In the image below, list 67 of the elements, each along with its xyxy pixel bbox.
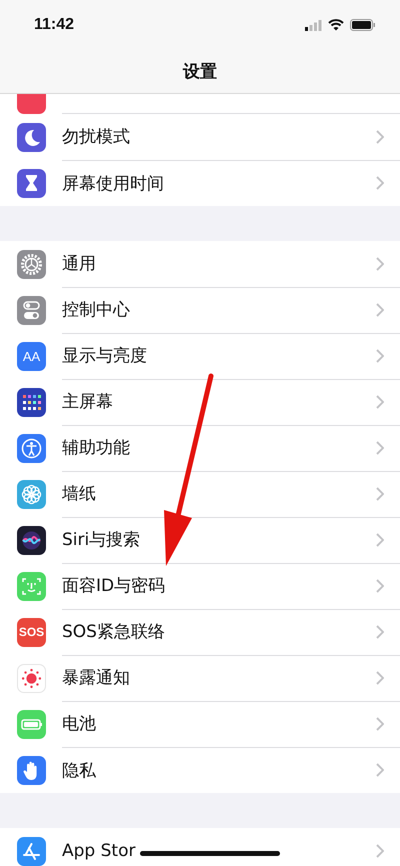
- hand-icon: [17, 756, 46, 784]
- settings-row[interactable]: 暴露通知: [0, 655, 400, 701]
- chevron-icon: [376, 532, 384, 546]
- wifi-icon: [328, 19, 344, 31]
- settings-row[interactable]: [0, 94, 400, 114]
- chevron-icon: [376, 486, 384, 500]
- face-icon: [17, 572, 46, 600]
- settings-row[interactable]: 主屏幕: [0, 379, 400, 425]
- chevron-icon: [376, 763, 384, 777]
- settings-row[interactable]: 辅助功能: [0, 425, 400, 471]
- chevron-icon: [376, 670, 384, 684]
- chevron-icon: [376, 844, 384, 858]
- settings-row[interactable]: 屏幕使用时间: [0, 160, 400, 206]
- chevron-icon: [376, 440, 384, 454]
- status-time: 11:42: [34, 16, 74, 34]
- row-label: Siri与搜索: [62, 529, 140, 551]
- settings-row[interactable]: 墙纸: [0, 471, 400, 517]
- row-label: 面容ID与密码: [62, 575, 166, 597]
- row-label: 显示与亮度: [62, 345, 147, 367]
- chevron-icon: [376, 624, 384, 638]
- app-store-icon: [17, 836, 46, 866]
- text-size-icon: AA: [17, 342, 46, 370]
- sun-dots-icon: [17, 664, 46, 692]
- chevron-icon: [376, 130, 384, 144]
- row-label: 通用: [62, 253, 96, 275]
- row-label: 主屏幕: [62, 391, 113, 413]
- chevron-icon: [376, 176, 384, 190]
- settings-row[interactable]: 隐私: [0, 747, 400, 793]
- settings-icon: [17, 250, 46, 278]
- chevron-icon: [376, 716, 384, 730]
- row-label: 控制中心: [62, 299, 130, 321]
- person-icon: [17, 434, 46, 462]
- settings-row[interactable]: 通用: [0, 241, 400, 287]
- flower-icon: [17, 480, 46, 508]
- battery-icon: [17, 710, 46, 738]
- settings-row[interactable]: AA 显示与亮度: [0, 333, 400, 379]
- row-label: 勿扰模式: [62, 126, 130, 148]
- settings-row[interactable]: 勿扰模式: [0, 114, 400, 160]
- hourglass-icon: [17, 168, 46, 198]
- row-label: 辅助功能: [62, 437, 130, 459]
- chevron-icon: [376, 348, 384, 362]
- row-label: SOS紧急联络: [62, 621, 165, 643]
- battery-icon: [350, 19, 376, 31]
- speaker-icon: [17, 94, 46, 114]
- orb-icon: [17, 526, 46, 554]
- row-label: 墙纸: [62, 483, 96, 505]
- app-grid-icon: [17, 388, 46, 416]
- sos-icon: SOS: [17, 618, 46, 646]
- settings-row[interactable]: 控制中心: [0, 287, 400, 333]
- chevron-icon: [376, 578, 384, 592]
- page-title: 设置: [183, 61, 217, 83]
- toggles-icon: [17, 296, 46, 324]
- row-label: 电池: [62, 713, 96, 735]
- signal-icon: [305, 20, 322, 30]
- settings-row[interactable]: App Stor: [0, 828, 400, 866]
- row-label: 隐私: [62, 760, 96, 782]
- row-label: App Stor: [62, 841, 136, 861]
- settings-row[interactable]: 面容ID与密码: [0, 563, 400, 609]
- chevron-icon: [376, 302, 384, 316]
- row-label: 屏幕使用时间: [62, 172, 164, 194]
- settings-row[interactable]: 电池: [0, 701, 400, 747]
- settings-row[interactable]: SOS SOS紧急联络: [0, 609, 400, 655]
- chevron-icon: [376, 394, 384, 408]
- settings-row[interactable]: Siri与搜索: [0, 517, 400, 563]
- chevron-icon: [376, 256, 384, 270]
- row-label: 暴露通知: [62, 667, 130, 689]
- moon-icon: [17, 122, 46, 152]
